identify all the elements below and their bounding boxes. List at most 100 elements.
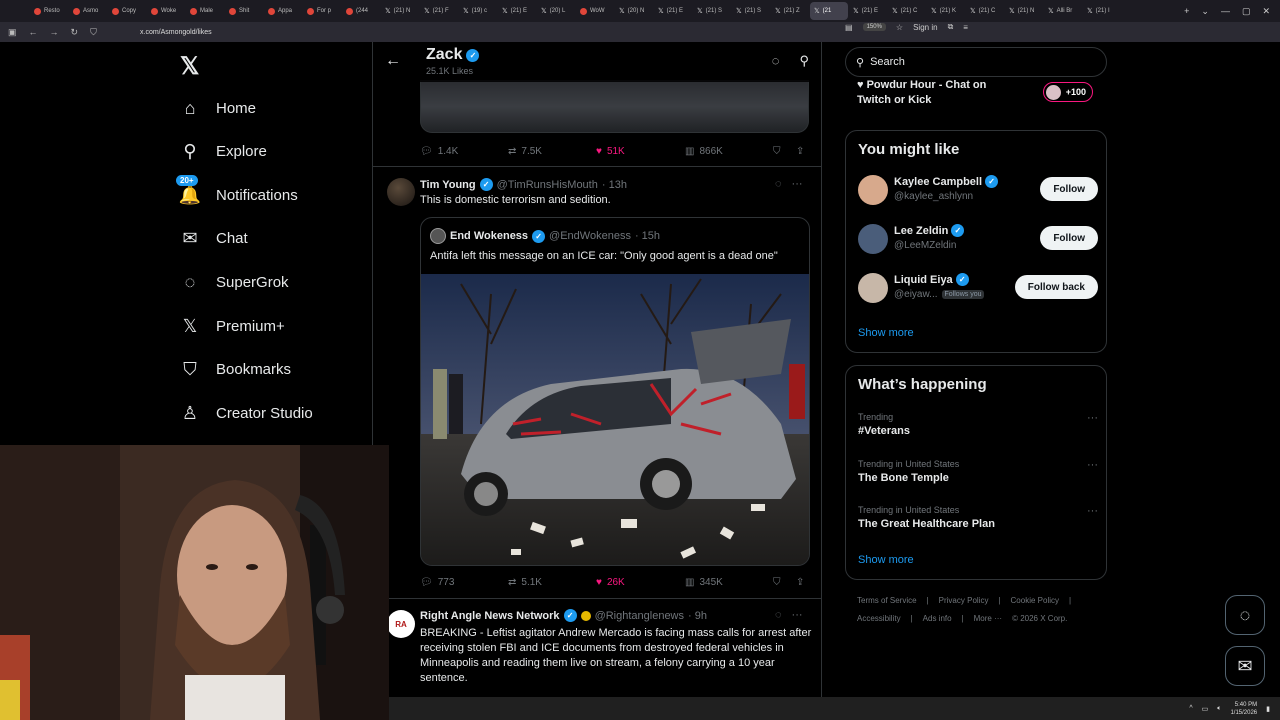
sidebar-item-notifications[interactable]: 🔔 20+ Notifications xyxy=(176,175,298,213)
browser-tab[interactable]: 𝕏 (20) L xyxy=(537,2,575,20)
close-icon[interactable]: ✕ xyxy=(1262,6,1270,17)
author-name[interactable]: Tim Young xyxy=(420,179,476,191)
minimize-icon[interactable]: — xyxy=(1221,6,1230,16)
reply-button[interactable]: 💬︎ 773 xyxy=(420,577,454,588)
live-count-pill[interactable]: +100 xyxy=(1042,82,1093,102)
sidebar-item-supergrok[interactable]: ◌ SuperGrok xyxy=(180,264,289,300)
user-name[interactable]: Lee Zeldin xyxy=(894,225,948,237)
sidebar-item-chat[interactable]: ✉ Chat xyxy=(180,221,247,257)
grok-fab-button[interactable]: ◌ xyxy=(1225,595,1265,635)
user-name[interactable]: Kaylee Campbell xyxy=(894,176,982,188)
more-icon[interactable]: ··· xyxy=(1087,459,1098,471)
views-button[interactable]: ▥ 345K xyxy=(685,577,723,588)
share-button[interactable]: ⇪ xyxy=(796,577,804,588)
footer-link[interactable]: Terms of Service xyxy=(857,596,917,605)
avatar[interactable] xyxy=(858,273,888,303)
browser-tab[interactable]: 𝕏 Alli Br xyxy=(1044,2,1082,20)
quote-image[interactable] xyxy=(421,274,809,565)
follow-button[interactable]: Follow xyxy=(1040,177,1098,201)
avatar[interactable] xyxy=(387,178,415,206)
author-handle[interactable]: @Rightanglenews xyxy=(595,610,684,622)
new-tab-icon[interactable]: + xyxy=(1184,6,1189,16)
sidebar-item-premium-[interactable]: 𝕏 Premium+ xyxy=(180,308,285,344)
browser-tab[interactable]: 𝕏 (21) I xyxy=(1083,2,1121,20)
browser-tab[interactable]: Copy xyxy=(108,2,146,20)
browser-tab[interactable]: 𝕏 (21 xyxy=(810,2,848,20)
browser-tab[interactable]: 𝕏 (21) K xyxy=(927,2,965,20)
show-more-link[interactable]: Show more xyxy=(858,327,914,339)
follow-button[interactable]: Follow back xyxy=(1014,275,1098,299)
footer-link[interactable]: Accessibility xyxy=(857,614,901,623)
suggested-user[interactable]: Lee Zeldin ✓ @LeeMZeldin Follow xyxy=(858,222,1098,258)
author-handle[interactable]: @TimRunsHisMouth xyxy=(497,179,598,191)
more-icon[interactable]: ··· xyxy=(792,178,803,190)
chevron-down-icon[interactable]: ⌄ xyxy=(1201,6,1209,17)
quoted-tweet[interactable]: End Wokeness ✓ @EndWokeness · 15h Antifa… xyxy=(420,217,810,566)
browser-tab[interactable]: 𝕏 (21) C xyxy=(966,2,1004,20)
browser-tab[interactable]: 𝕏 (21) N xyxy=(381,2,419,20)
back-icon[interactable]: ← xyxy=(29,27,38,38)
browser-tab[interactable]: (244 xyxy=(342,2,380,20)
clock[interactable]: 5:40 PM 1/15/2026 xyxy=(1230,701,1257,717)
speaker-icon[interactable]: 🔈︎ xyxy=(1217,705,1221,713)
follow-button[interactable]: Follow xyxy=(1040,226,1098,250)
search-icon[interactable]: ⚲ xyxy=(799,53,809,69)
sidebar-toggle-icon[interactable]: ▣ xyxy=(8,27,17,38)
menu-icon[interactable]: ≡ xyxy=(963,23,968,32)
footer-link[interactable]: Privacy Policy xyxy=(939,596,989,605)
browser-tab[interactable]: Male xyxy=(186,2,224,20)
views-button[interactable]: ▥ 866K xyxy=(685,146,723,157)
trend-item[interactable]: Trending in United States The Bone Temple… xyxy=(858,459,1098,493)
share-button[interactable]: ⇪ xyxy=(796,146,804,157)
browser-tab[interactable]: Woke xyxy=(147,2,185,20)
footer-link[interactable]: Ads info xyxy=(923,614,952,623)
suggested-user[interactable]: Liquid Eiya ✓ @eiyaw... Follows you Follow b… xyxy=(858,271,1098,307)
maximize-icon[interactable]: ▢ xyxy=(1242,6,1251,17)
author-name[interactable]: Right Angle News Network xyxy=(420,610,560,622)
zoom-level[interactable]: 150% xyxy=(862,23,886,31)
shield-icon[interactable]: ⛉ xyxy=(90,27,97,38)
show-more-link[interactable]: Show more xyxy=(858,554,914,566)
browser-tab[interactable]: Asmo xyxy=(69,2,107,20)
browser-tab[interactable]: 𝕏 (21) C xyxy=(888,2,926,20)
address-bar[interactable]: x.com/Asmongold/likes xyxy=(130,29,1280,36)
browser-tab[interactable]: Resto xyxy=(30,2,68,20)
browser-tab[interactable]: 𝕏 (21) S xyxy=(693,2,731,20)
footer-link[interactable]: More ··· xyxy=(974,614,1002,623)
grok-icon[interactable]: ◌ xyxy=(775,609,782,621)
network-icon[interactable]: ▭ xyxy=(1202,705,1209,713)
live-banner[interactable]: ♥ Powdur Hour - Chat on Twitch or Kick +… xyxy=(845,78,1107,110)
sidebar-item-bookmarks[interactable]: ⛉ Bookmarks xyxy=(180,352,291,388)
reload-icon[interactable]: ↻ xyxy=(71,27,79,38)
browser-tab[interactable]: For p xyxy=(303,2,341,20)
tweet-time[interactable]: · 13h xyxy=(602,179,627,191)
browser-tab[interactable]: 𝕏 (21) N xyxy=(1005,2,1043,20)
browser-tab[interactable]: 𝕏 (21) E xyxy=(498,2,536,20)
browser-tab[interactable]: 𝕏 (19) c xyxy=(459,2,497,20)
back-arrow-icon[interactable]: ← xyxy=(385,52,401,70)
forward-icon[interactable]: → xyxy=(50,27,59,38)
bookmark-button[interactable]: ⛉ xyxy=(773,577,781,588)
sidebar-item-home[interactable]: ⌂ Home xyxy=(180,90,256,126)
avatar[interactable] xyxy=(858,175,888,205)
chevron-up-icon[interactable]: ^ xyxy=(1189,705,1192,712)
browser-tab[interactable]: 𝕏 (21) Z xyxy=(771,2,809,20)
browser-tab[interactable]: 𝕏 (21) F xyxy=(420,2,458,20)
browser-tab[interactable]: 𝕏 (21) E xyxy=(654,2,692,20)
repost-button[interactable]: ⇄ 7.5K xyxy=(508,146,542,157)
more-icon[interactable]: ··· xyxy=(1087,505,1098,517)
repost-button[interactable]: ⇄ 5.1K xyxy=(508,577,542,588)
browser-tab[interactable]: Shit xyxy=(225,2,263,20)
footer-link[interactable]: Cookie Policy xyxy=(1011,596,1059,605)
footer-link[interactable]: © 2026 X Corp. xyxy=(1012,614,1067,623)
suggested-user[interactable]: Kaylee Campbell ✓ @kaylee_ashlynn Follow xyxy=(858,173,1098,209)
avatar[interactable] xyxy=(858,224,888,254)
reply-button[interactable]: 💬︎ 1.4K xyxy=(420,146,458,157)
like-button[interactable]: ♥ 51K xyxy=(596,146,625,157)
x-logo-icon[interactable]: 𝕏 xyxy=(180,52,199,81)
browser-tab[interactable]: Appa xyxy=(264,2,302,20)
sidebar-item-creator-studio[interactable]: ♙ Creator Studio xyxy=(180,395,313,431)
trend-item[interactable]: Trending in United States The Great Healt… xyxy=(858,505,1098,539)
like-button[interactable]: ♥ 26K xyxy=(596,577,625,588)
grok-icon[interactable]: ◌ xyxy=(772,53,780,69)
